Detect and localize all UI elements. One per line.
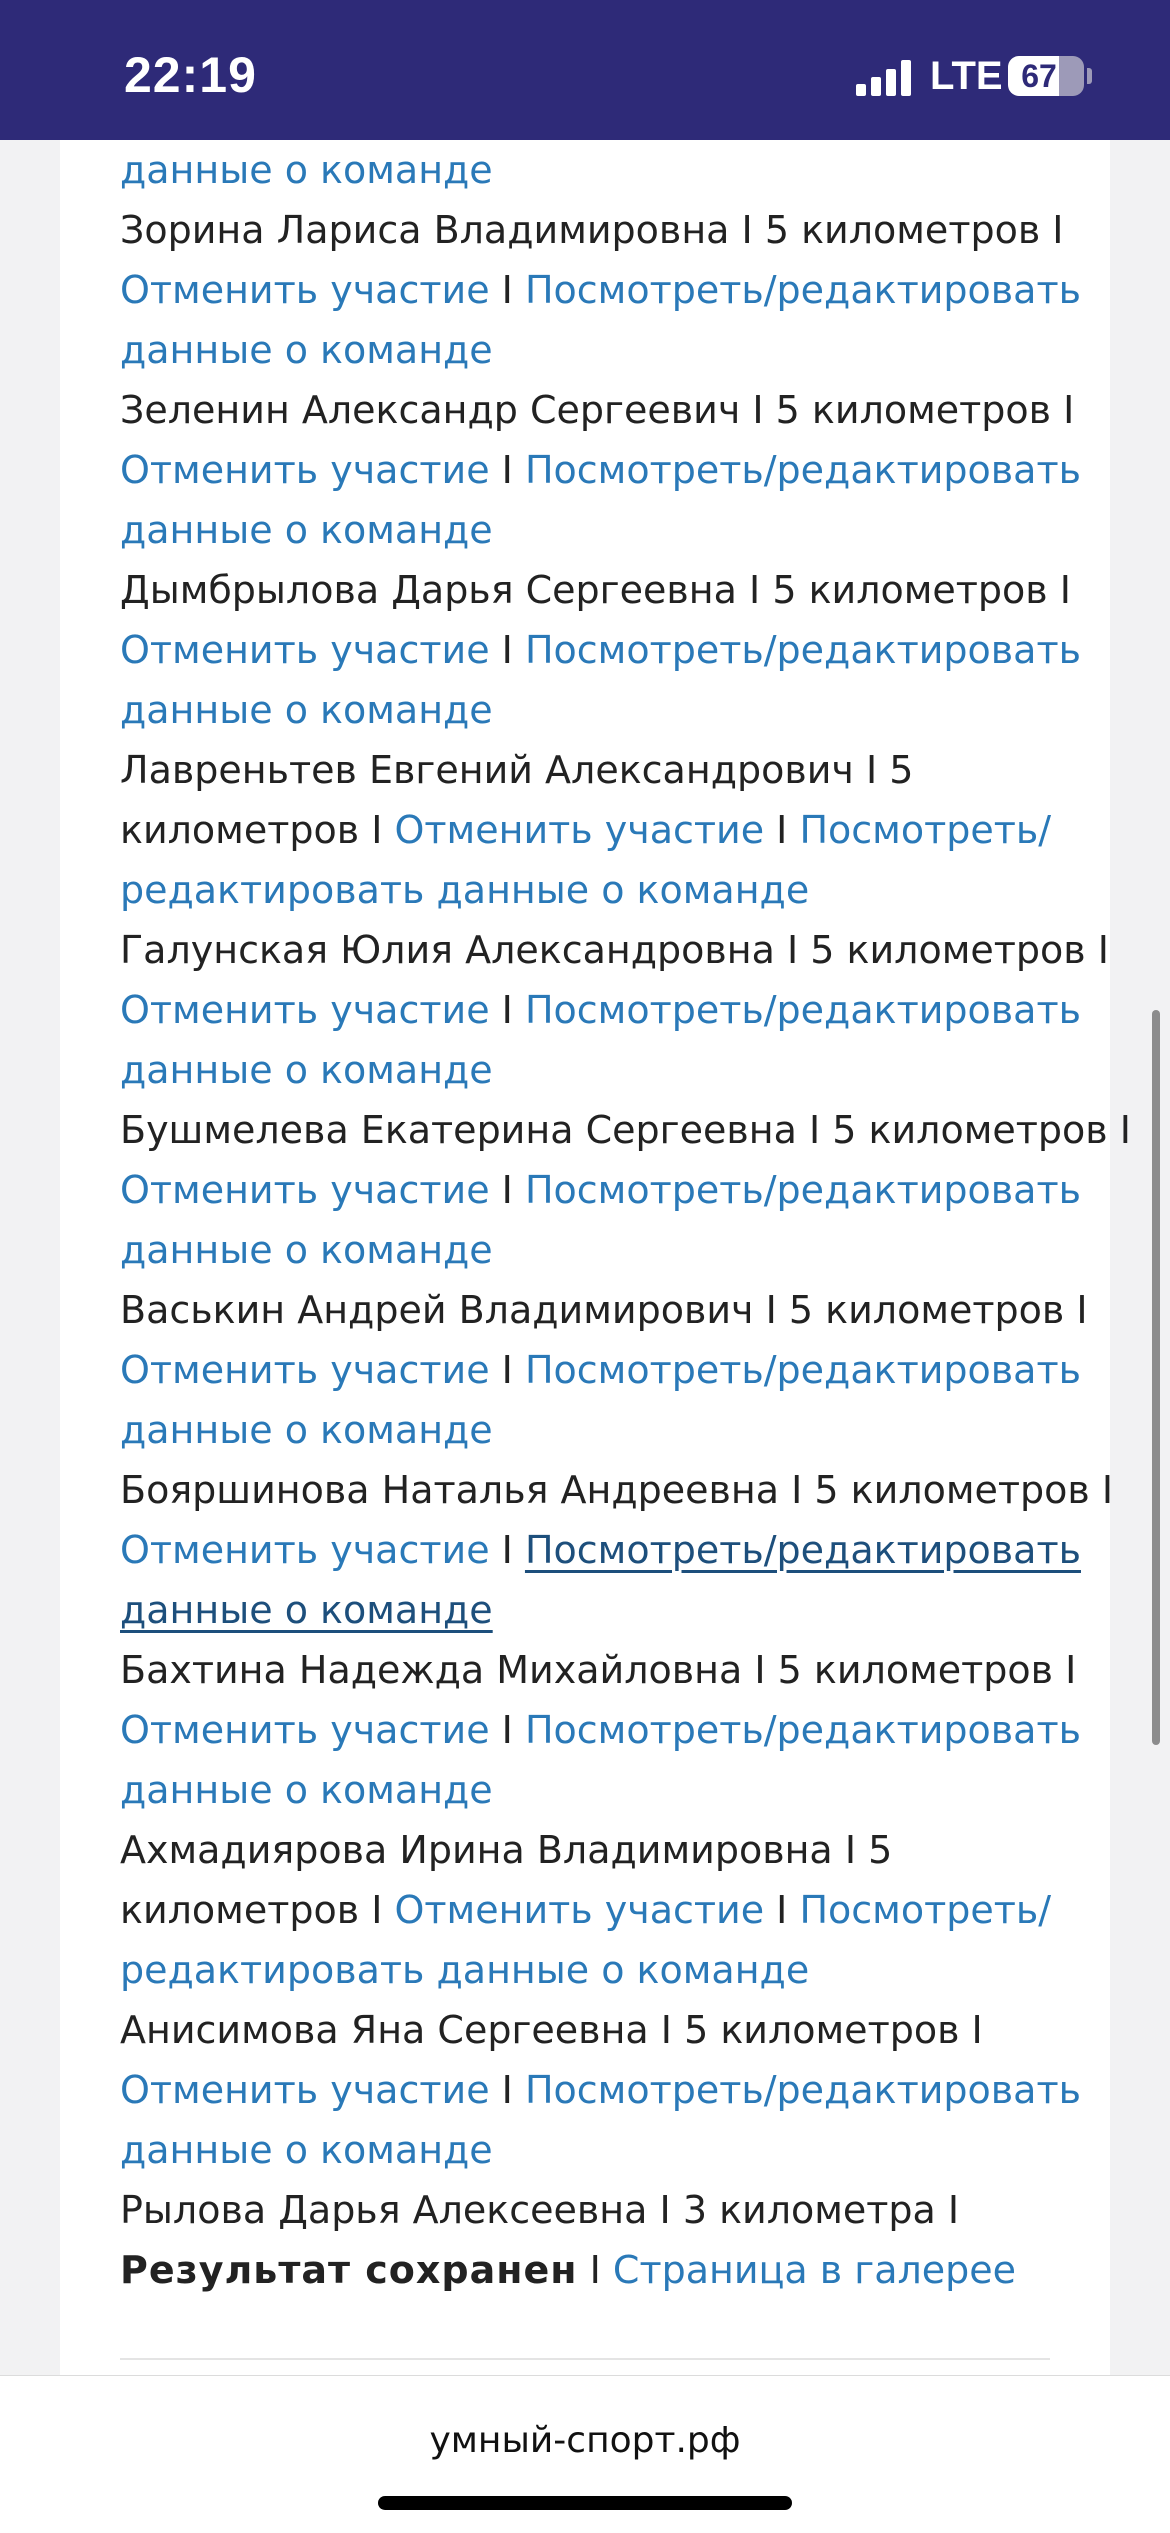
participant-name: Дымбрылова Дарья Сергеевна — [120, 568, 737, 612]
participant-name: Лавреньтев Евгений Александрович — [120, 748, 854, 792]
edit-team-link[interactable]: Посмотреть/редактировать — [525, 2068, 1081, 2112]
participant-name: Зорина Лариса Владимировна — [120, 208, 730, 252]
cancel-participation-link[interactable]: Отменить участие — [120, 2068, 490, 2112]
participant-distance: 5 километров — [764, 208, 1041, 252]
participant-name: Бояршинова Наталья Андреевна — [120, 1468, 780, 1512]
cancel-participation-link[interactable]: Отменить участие — [120, 448, 490, 492]
cancel-participation-link[interactable]: Отменить участие — [120, 1168, 490, 1212]
status-bar: 22:19 LTE 67 — [0, 0, 1170, 140]
cancel-participation-link[interactable]: Отменить участие — [395, 808, 765, 852]
edit-team-link-cont[interactable]: данные о команде — [120, 2128, 493, 2172]
participant-name: Анисимова Яна Сергеевна — [120, 2008, 649, 2052]
edit-team-link[interactable]: Посмотреть/редактировать — [525, 628, 1081, 672]
participant-name: Зеленин Александр Сергеевич — [120, 388, 741, 432]
edit-team-link[interactable]: Посмотреть/редактировать — [525, 1708, 1081, 1752]
participant-distance: 5 километров — [832, 1108, 1108, 1152]
edit-team-link[interactable]: Посмотреть/редактировать — [525, 448, 1081, 492]
cellular-signal-icon — [856, 60, 912, 96]
edit-team-link-cont[interactable]: данные о команде — [120, 688, 493, 732]
cancel-participation-link[interactable]: Отменить участие — [120, 1708, 490, 1752]
edit-team-link[interactable]: Посмотреть/редактировать — [525, 1348, 1081, 1392]
cancel-participation-link[interactable]: Отменить участие — [120, 1348, 490, 1392]
cancel-participation-link[interactable]: Отменить участие — [120, 268, 490, 312]
participant-distance: 5 километров — [772, 568, 1048, 612]
home-indicator[interactable] — [378, 2496, 792, 2510]
edit-team-link-cont[interactable]: редактировать данные о команде — [120, 1948, 809, 1992]
section-divider — [120, 2358, 1050, 2360]
result-saved-status: Результат сохранен — [120, 2248, 578, 2292]
edit-team-link-cont[interactable]: редактировать данные о команде — [120, 868, 809, 912]
edit-team-link-active[interactable]: Посмотреть/редактировать — [525, 1528, 1081, 1572]
cancel-participation-link[interactable]: Отменить участие — [395, 1888, 765, 1932]
cancel-participation-link[interactable]: Отменить участие — [120, 628, 490, 672]
participant-name: Васькин Андрей Владимирович — [120, 1288, 754, 1332]
participant-distance: километров — [120, 1888, 360, 1932]
participant-list: данные о команде Зорина Лариса Владимиро… — [120, 148, 1131, 2292]
participant-name: Ахмадиярова Ирина Владимировна — [120, 1828, 833, 1872]
edit-team-link[interactable]: Посмотреть/ — [799, 1888, 1051, 1932]
edit-team-link-cont[interactable]: данные о команде — [120, 1228, 493, 1272]
participant-name: Бахтина Надежда Михайловна — [120, 1648, 743, 1692]
participant-distance: 5 километров — [777, 1648, 1054, 1692]
gallery-page-link[interactable]: Страница в галерее — [613, 2248, 1016, 2292]
edit-team-link[interactable]: Посмотреть/редактировать — [525, 1168, 1081, 1212]
participant-distance: километров — [120, 808, 360, 852]
cancel-participation-link[interactable]: Отменить участие — [120, 1528, 490, 1572]
battery-icon: 67 — [1008, 56, 1084, 96]
edit-team-link-cont[interactable]: данные о команде — [120, 328, 493, 372]
participant-name: Рылова Дарья Алексеевна — [120, 2188, 648, 2232]
participant-distance: 5 километров — [814, 1468, 1090, 1512]
battery-percent: 67 — [1021, 58, 1057, 94]
network-type: LTE — [930, 54, 1003, 98]
battery-tip-icon — [1087, 68, 1092, 84]
cancel-participation-link[interactable]: Отменить участие — [120, 988, 490, 1032]
participant-name: Бушмелева Екатерина Сергеевна — [120, 1108, 797, 1152]
edit-team-link-cont[interactable]: данные о команде — [120, 1408, 493, 1452]
scrollbar[interactable] — [1152, 1010, 1160, 1745]
edit-team-link[interactable]: Посмотреть/ — [799, 808, 1051, 852]
participant-distance: 5 километров — [810, 928, 1086, 972]
edit-team-link-fragment[interactable]: данные о команде — [120, 148, 493, 192]
participant-name: Галунская Юлия Александровна — [120, 928, 775, 972]
status-time: 22:19 — [124, 47, 257, 103]
edit-team-link-cont[interactable]: данные о команде — [120, 508, 493, 552]
edit-team-link[interactable]: Посмотреть/редактировать — [525, 988, 1081, 1032]
edit-team-link-cont[interactable]: данные о команде — [120, 1768, 493, 1812]
edit-team-link[interactable]: Посмотреть/редактировать — [525, 268, 1081, 312]
participant-distance: 3 километра — [682, 2188, 936, 2232]
url-field[interactable]: умный-спорт.рф — [0, 2420, 1170, 2461]
participant-distance: 5 километров — [684, 2008, 960, 2052]
edit-team-link-active-cont[interactable]: данные о команде — [120, 1588, 493, 1632]
browser-address-bar: умный-спорт.рф — [0, 2375, 1170, 2533]
participant-distance: 5 километров — [775, 388, 1052, 432]
edit-team-link-cont[interactable]: данные о команде — [120, 1048, 493, 1092]
participant-distance: 5 километров — [788, 1288, 1065, 1332]
